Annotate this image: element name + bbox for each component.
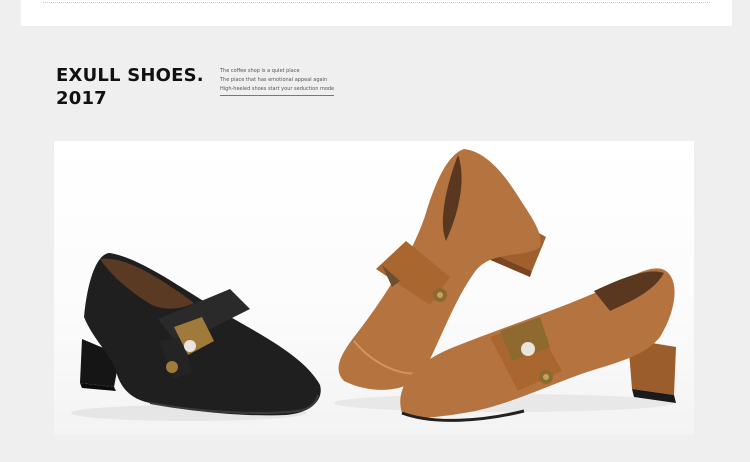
top-card xyxy=(21,0,732,26)
product-photo xyxy=(54,141,694,435)
tagline-1: The coffee shop is a quiet place xyxy=(220,68,300,74)
tagline-3: High-heeled shoes start your seduction m… xyxy=(220,85,335,96)
dotted-divider xyxy=(43,2,710,3)
tagline-2: The place that has emotional appeal agai… xyxy=(220,77,328,83)
brand-line-2: 2017 xyxy=(56,88,107,109)
brand-title: EXULL SHOES. 2017 xyxy=(56,64,204,110)
taglines: The coffee shop is a quiet place The pla… xyxy=(220,67,335,96)
shoes-illustration xyxy=(71,149,676,422)
black-shoe xyxy=(80,253,321,416)
brand-line-1: EXULL SHOES. xyxy=(56,65,204,86)
